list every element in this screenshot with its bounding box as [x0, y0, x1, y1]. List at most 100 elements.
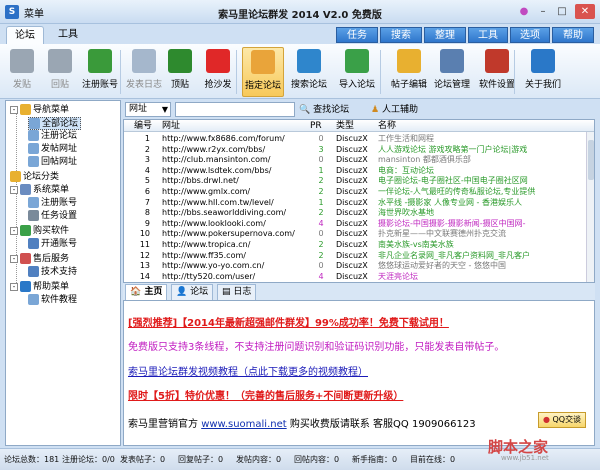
tab-home[interactable]: 🏠 主页: [125, 284, 168, 300]
tree-item[interactable]: - 导航菜单: [10, 104, 69, 117]
qq-chat-button[interactable]: ● QQ交谈: [538, 412, 586, 428]
collapse-icon[interactable]: -: [10, 185, 18, 194]
toolbar-separator: [120, 50, 121, 94]
tree-item[interactable]: - 帮助菜单: [10, 281, 69, 294]
tutorial-link[interactable]: 索马里论坛群发视频教程（点此下载更多的视频教程）: [128, 363, 368, 378]
filter-field-dropdown[interactable]: 网址 ▼: [125, 102, 171, 117]
tab-forum[interactable]: 论坛: [6, 26, 44, 44]
table-cell-no: 10: [139, 229, 150, 239]
collapse-icon[interactable]: -: [10, 282, 18, 291]
tree-item[interactable]: - 系统菜单: [10, 184, 69, 197]
maximize-icon[interactable]: □: [554, 4, 570, 19]
tree-item[interactable]: - 售后服务: [10, 253, 69, 266]
tab-help[interactable]: 帮助: [552, 27, 594, 43]
discount-link[interactable]: 限时【5折】特价优惠！（完善的售后服务+不间断更新升级）: [128, 387, 403, 402]
tree-item[interactable]: 技术支持: [28, 266, 77, 279]
col-pr[interactable]: PR: [310, 120, 322, 132]
tree-item-label: 购买软件: [33, 226, 70, 236]
table-scrollbar[interactable]: [586, 132, 594, 282]
search-input[interactable]: [175, 102, 295, 117]
skin-icon[interactable]: ●: [516, 4, 532, 19]
tab-tools[interactable]: 工具: [50, 26, 86, 44]
main-menu-button[interactable]: 菜单: [24, 5, 44, 20]
tree-item[interactable]: 论坛分类: [10, 171, 59, 184]
table-row[interactable]: 9 http://www.looklooki.com/4 DiscuzX 摄影论坛-中…: [124, 218, 586, 229]
table-row[interactable]: 13 http://www.yo-yo.com.cn/0 DiscuzX 悠悠球运动爱…: [124, 260, 586, 271]
tab-organize[interactable]: 整理: [424, 27, 466, 43]
toolbar-import-button[interactable]: 导入论坛: [334, 47, 380, 97]
toolbar-label: 论坛管理: [433, 80, 470, 90]
toolbar-pencil-button[interactable]: 帖子编辑: [390, 47, 428, 97]
toolbar-blog-button[interactable]: 发表日志: [126, 47, 162, 97]
toolbar-magnifier-button[interactable]: 指定论坛: [242, 47, 284, 97]
tab-tool[interactable]: 工具: [468, 27, 508, 43]
table-row[interactable]: 1 http://www.fx8686.com/forum/0 DiscuzX 工作生…: [124, 133, 586, 144]
tree-item-label: 软件教程: [41, 295, 78, 305]
status-item: 新手指南：0: [352, 455, 398, 464]
chevron-down-icon: ▼: [161, 105, 168, 114]
official-site-link[interactable]: www.suomali.net: [201, 419, 286, 430]
close-icon[interactable]: ✕: [575, 4, 595, 19]
tree-item[interactable]: 任务设置: [28, 210, 77, 223]
manual-assist-button[interactable]: ♟ 人工辅助: [371, 103, 418, 117]
table-cell-pr: 4: [318, 218, 324, 228]
tab-journal[interactable]: ▤ 日志: [217, 284, 257, 300]
tree-item-label: 开通账号: [41, 239, 78, 249]
status-item: 目前在线：0: [410, 455, 456, 464]
col-number[interactable]: 编号: [134, 120, 152, 132]
tree-item[interactable]: 注册账号: [28, 197, 77, 210]
table-row[interactable]: 14 http://tty520.com/user/4 DiscuzX 天涯亮论坛: [124, 271, 586, 282]
toolbar-register-button[interactable]: 注册账号: [78, 47, 122, 97]
tree-item[interactable]: 回帖网址: [28, 156, 77, 169]
folder-icon: [20, 104, 31, 115]
toolbar-label: 注册账号: [81, 80, 118, 90]
tab-forum-log[interactable]: 👤 论坛: [171, 284, 214, 300]
table-cell-no: 2: [144, 144, 150, 154]
tree-item[interactable]: 开通账号: [28, 238, 77, 251]
tree-item[interactable]: - 购买软件: [10, 225, 69, 238]
bottom-tabs: 🏠 主页 👤 论坛 ▤ 日志: [123, 283, 595, 300]
table-row[interactable]: 12 http://www.ff35.com/2 DiscuzX 非凡企业名录网_非凡…: [124, 250, 586, 261]
collapse-icon[interactable]: -: [10, 226, 18, 235]
toolbar-post-button[interactable]: 发贴: [6, 47, 38, 97]
tree-item[interactable]: 软件教程: [28, 294, 77, 307]
table-row[interactable]: 5 http://bbs.drwl.net/2 DiscuzX 电子圈论坛-电子圈社区…: [124, 175, 586, 186]
tree-item[interactable]: 全部论坛: [28, 117, 82, 130]
collapse-icon[interactable]: -: [10, 254, 18, 263]
table-cell-type: DiscuzX: [336, 218, 368, 228]
tab-options[interactable]: 选项: [510, 27, 550, 43]
reply-icon: [48, 49, 72, 73]
toolbar-globe-button[interactable]: 搜索论坛: [288, 47, 330, 97]
tab-search[interactable]: 搜索: [380, 27, 422, 43]
tree-item[interactable]: 发帖网址: [28, 143, 77, 156]
toolbar-reply-button[interactable]: 回贴: [44, 47, 76, 97]
tab-tasks[interactable]: 任务: [336, 27, 378, 43]
table-row[interactable]: 4 http://www.lsdtek.com/bbs/1 DiscuzX 电商：互动…: [124, 165, 586, 176]
col-type[interactable]: 类型: [336, 120, 354, 132]
table-cell-url: http://www.pokersupernova.com/: [162, 229, 295, 239]
app-logo-icon[interactable]: S: [5, 5, 19, 19]
user-icon: [28, 266, 39, 277]
table-row[interactable]: 11 http://www.tropica.cn/2 DiscuzX 南美水族-vs南…: [124, 239, 586, 250]
tree-item-label: 帮助菜单: [33, 282, 70, 292]
scrollbar-thumb[interactable]: [588, 140, 594, 180]
toolbar-heart-button[interactable]: 抢沙发: [198, 47, 238, 97]
col-url[interactable]: 网址: [162, 120, 180, 132]
toolbar-help-button[interactable]: 关于我们: [524, 47, 562, 97]
toolbar-label: 回贴: [50, 80, 69, 90]
tree-item[interactable]: 注册论坛: [28, 130, 77, 143]
promo-link-email[interactable]: [强烈推荐]【2014年最新超强邮件群发】99%成功率！免费下载试用！: [128, 314, 449, 329]
table-row[interactable]: 10 http://www.pokersupernova.com/0 DiscuzX…: [124, 228, 586, 239]
col-name[interactable]: 名称: [378, 120, 396, 132]
table-row[interactable]: 7 http://www.hll.com.tw/level/1 DiscuzX 水平线…: [124, 197, 586, 208]
toolbar-bump-button[interactable]: 顶贴: [166, 47, 194, 97]
table-row[interactable]: 3 http://club.mansinton.com/0 DiscuzX mansi…: [124, 154, 586, 165]
system-icon: [20, 184, 31, 195]
toolbar-monitor-button[interactable]: 论坛管理: [432, 47, 472, 97]
minimize-icon[interactable]: –: [535, 4, 551, 19]
table-row[interactable]: 6 http://www.gmlx.com/2 DiscuzX 一伴论坛-人气最旺的传…: [124, 186, 586, 197]
find-forum-button[interactable]: 🔍 查找论坛: [299, 103, 349, 117]
table-row[interactable]: 8 http://bbs.seaworlddiving.com/2 DiscuzX 海…: [124, 207, 586, 218]
table-row[interactable]: 2 http://www.r2yx.com/bbs/3 DiscuzX 人人游戏论坛 …: [124, 144, 586, 155]
collapse-icon[interactable]: -: [10, 105, 18, 114]
